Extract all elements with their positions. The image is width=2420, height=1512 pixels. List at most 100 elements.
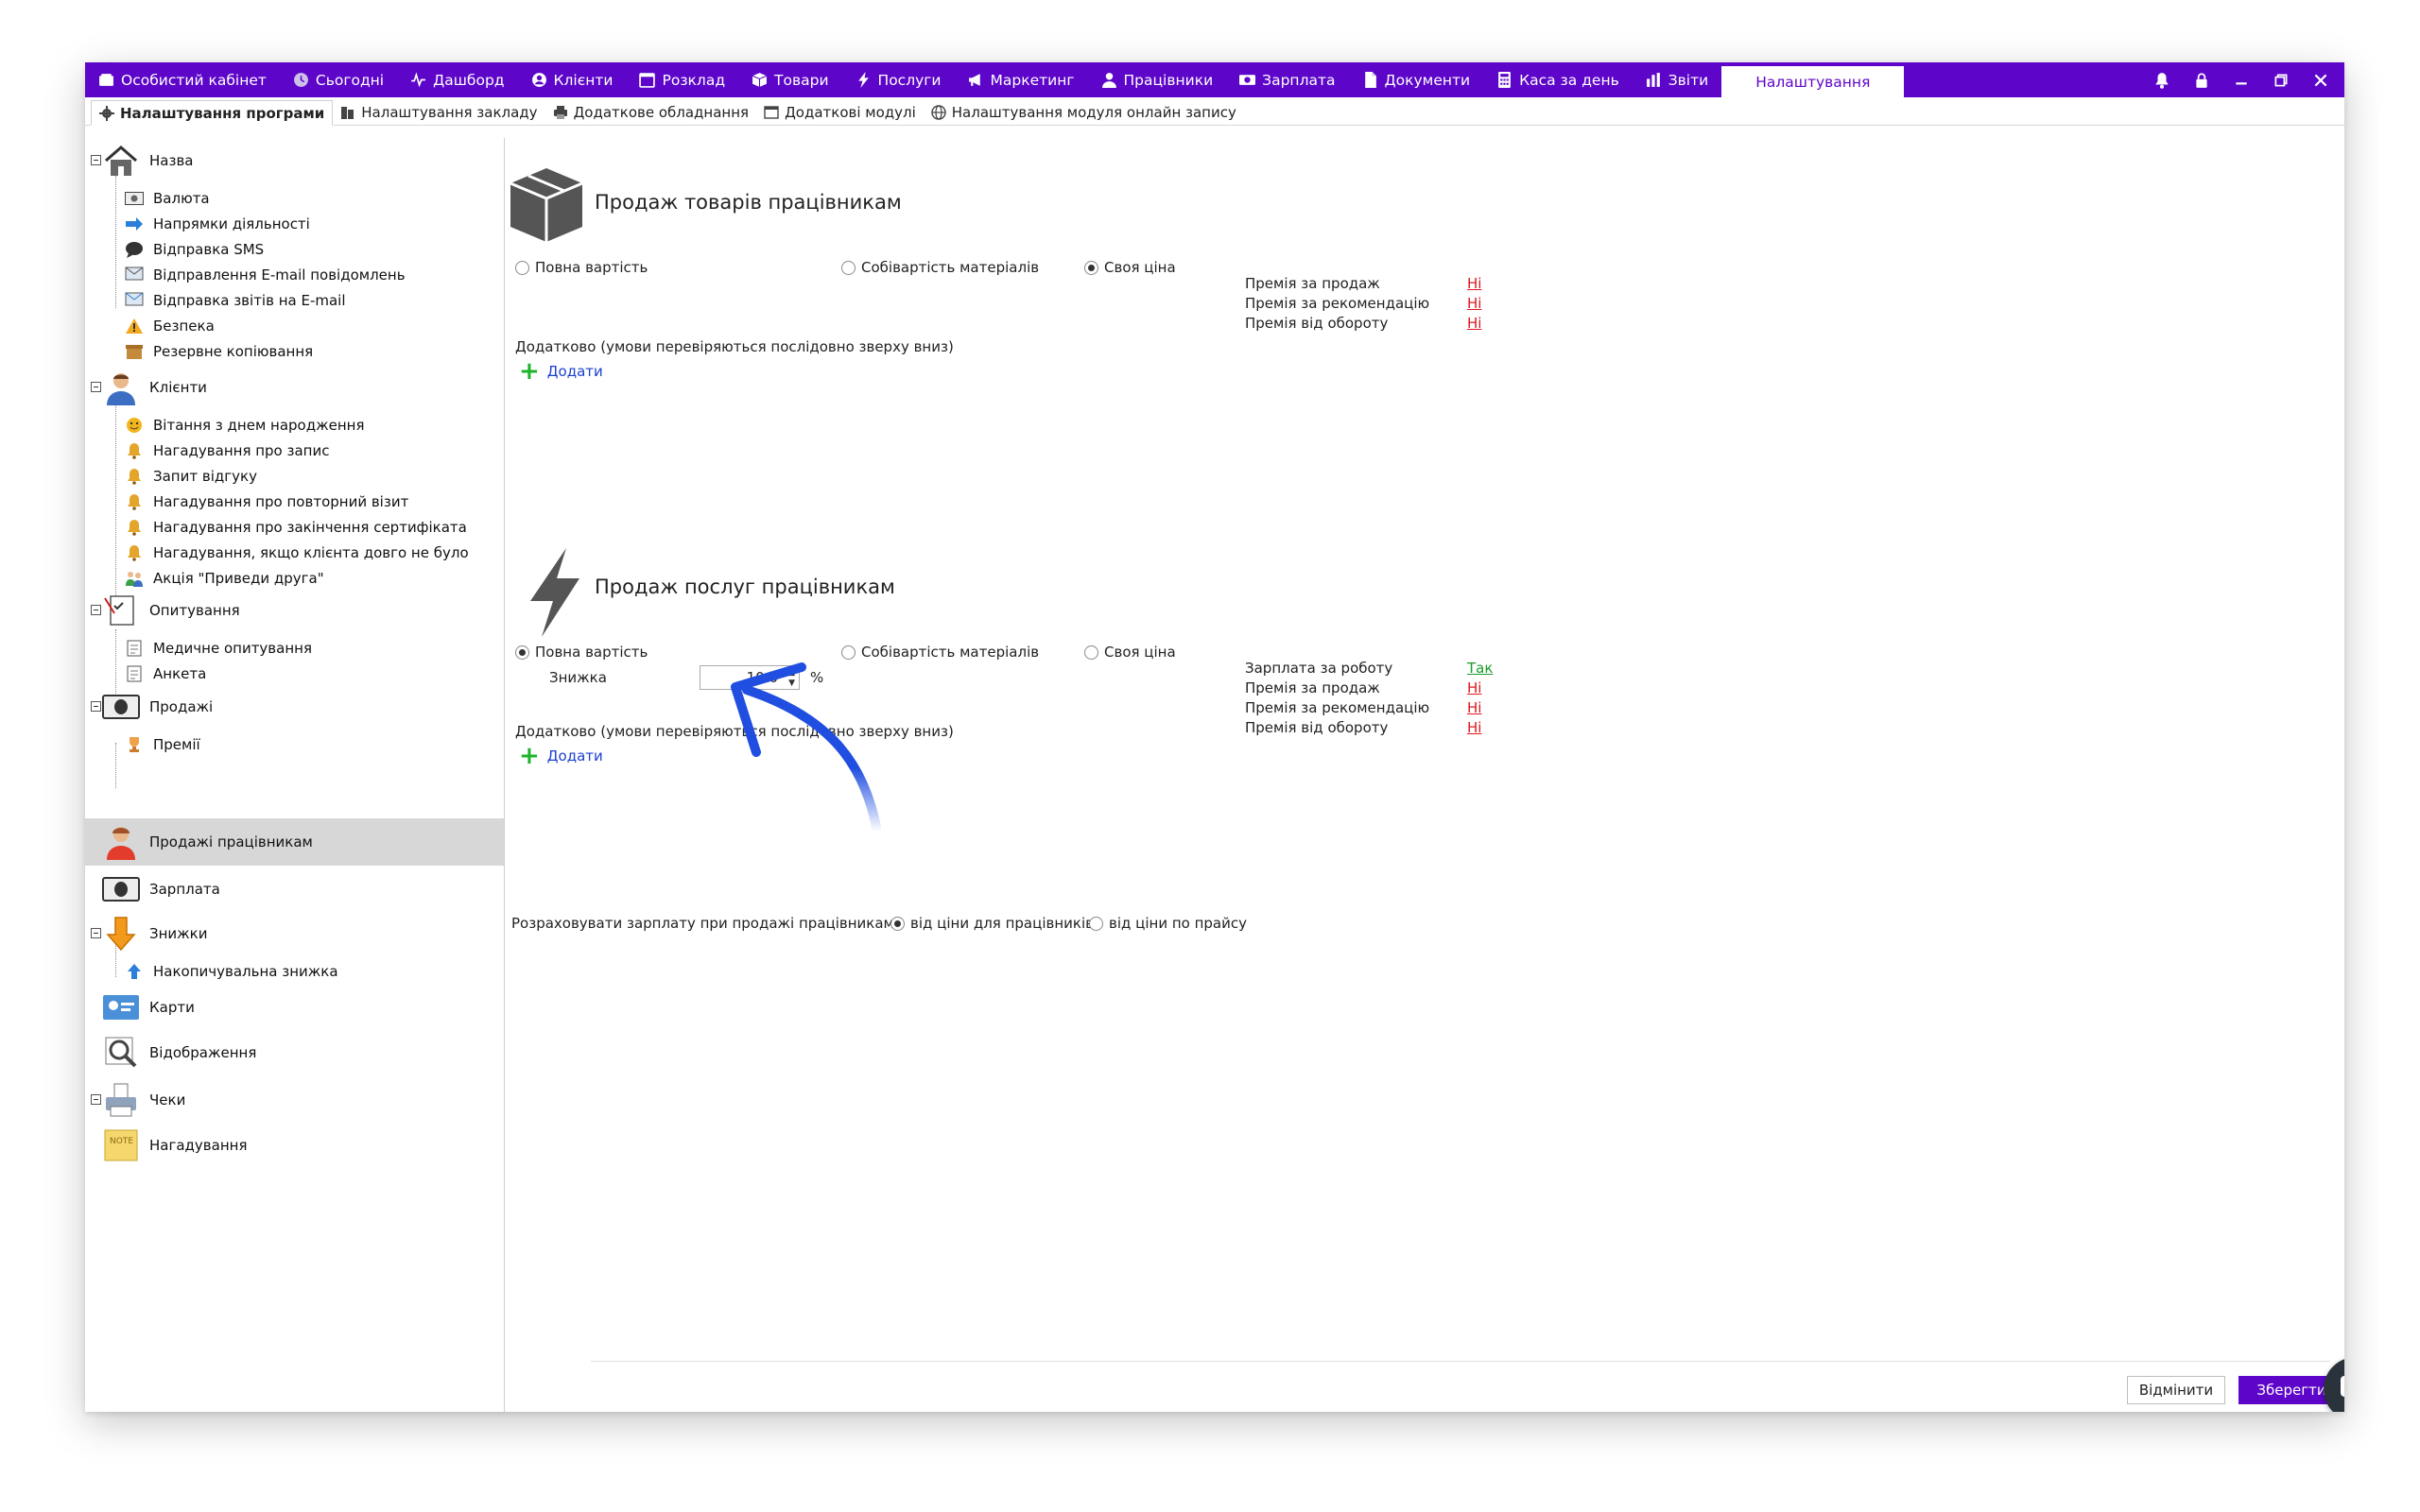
tab-extra-modules[interactable]: Додаткові модулі: [756, 99, 924, 125]
services-option-material-cost[interactable]: Собівартість матеріалів: [841, 644, 1039, 661]
minimize-icon[interactable]: [2231, 70, 2252, 91]
tab-extra-equipment[interactable]: Додаткове обладнання: [545, 99, 757, 125]
tab-program-settings[interactable]: Налаштування програми: [91, 100, 334, 126]
tree-item-absent-client-reminder[interactable]: Нагадування, якщо клієнта довго не було: [125, 543, 469, 562]
radio-circle-checked: [515, 644, 529, 660]
friends-icon: [125, 569, 144, 588]
pulse-icon: [411, 72, 426, 88]
menu-label: Розклад: [662, 71, 726, 89]
tree-label: Валюта: [153, 190, 210, 207]
menu-goods[interactable]: Товари: [738, 62, 842, 97]
radio-label: Собівартість матеріалів: [861, 259, 1040, 276]
add-label: Додати: [546, 747, 603, 765]
services-option-own-price[interactable]: Своя ціна: [1084, 644, 1176, 661]
menu-schedule[interactable]: Розклад: [626, 62, 738, 97]
menu-clients[interactable]: Клієнти: [518, 62, 627, 97]
services-option-full-price[interactable]: Повна вартість: [515, 644, 648, 661]
radio-circle: [515, 260, 529, 275]
tree-item-questionnaire[interactable]: Анкета: [125, 664, 206, 683]
tree-item-feedback-request[interactable]: Запит відгуку: [125, 467, 257, 486]
tree-item-salary[interactable]: Зарплата: [102, 870, 220, 908]
tree-item-directions[interactable]: Напрямки діяльності: [125, 215, 310, 233]
warning-icon: [125, 317, 144, 335]
tree-item-bonuses[interactable]: Премії: [125, 735, 200, 754]
goods-option-full-price[interactable]: Повна вартість: [515, 259, 648, 276]
tree-item-sms[interactable]: Відправка SMS: [125, 240, 264, 259]
services-discount-stepper[interactable]: 10.0 ▲ ▼: [700, 665, 800, 690]
tree-item-email-reports[interactable]: Відправка звітів на E-mail: [125, 291, 346, 310]
tree-item-surveys[interactable]: Опитування: [102, 592, 240, 629]
tree-item-security[interactable]: Безпека: [125, 317, 215, 335]
tree-item-reminders[interactable]: NOTE Нагадування: [102, 1126, 247, 1164]
tab-venue-settings[interactable]: Налаштування закладу: [333, 99, 544, 125]
tree-item-appointment-reminder[interactable]: Нагадування про запис: [125, 441, 329, 460]
tree-item-currency[interactable]: Валюта: [125, 189, 210, 208]
menu-marketing[interactable]: Маркетинг: [955, 62, 1088, 97]
services-section-icon: [525, 546, 585, 643]
services-bonus-sale-value[interactable]: Ні: [1467, 679, 1481, 696]
goods-bonus-sale-value[interactable]: Ні: [1467, 275, 1481, 292]
menu-reports[interactable]: Звіти: [1633, 62, 1721, 97]
services-bonus-turnover-value[interactable]: Ні: [1467, 719, 1481, 736]
goods-bonus-referral-value[interactable]: Ні: [1467, 295, 1481, 312]
tree-item-cards[interactable]: Карти: [102, 988, 195, 1026]
goods-option-material-cost[interactable]: Собівартість матеріалів: [841, 259, 1039, 276]
form-icon: [125, 639, 144, 658]
tree-item-birthday[interactable]: Вітання з днем народження: [125, 416, 364, 435]
tree-expander[interactable]: [91, 701, 101, 712]
menu-label: Звіти: [1668, 71, 1709, 89]
tree-expander[interactable]: [91, 155, 101, 165]
tree-item-name[interactable]: Назва: [102, 142, 193, 180]
close-icon[interactable]: [2310, 70, 2331, 91]
goods-add-button[interactable]: + Додати: [519, 359, 603, 384]
tree-expander[interactable]: [91, 1094, 101, 1105]
cancel-button[interactable]: Відмінити: [2127, 1376, 2225, 1404]
tree-item-certificate-expiry-reminder[interactable]: Нагадування про закінчення сертифіката: [125, 518, 467, 537]
tree-item-repeat-visit-reminder[interactable]: Нагадування про повторний візит: [125, 492, 408, 511]
services-add-button[interactable]: + Додати: [519, 744, 603, 768]
lock-icon[interactable]: [2191, 70, 2212, 91]
menu-employees[interactable]: Працівники: [1088, 62, 1227, 97]
salary-calc-option-price-list[interactable]: від ціни по прайсу: [1089, 915, 1247, 932]
radio-label: Повна вартість: [535, 644, 648, 661]
tree-item-backup[interactable]: Резервне копіювання: [125, 342, 313, 361]
tree-item-medical-survey[interactable]: Медичне опитування: [125, 639, 312, 658]
arrow-up-icon: [125, 962, 144, 981]
tree-item-discounts[interactable]: Знижки: [102, 915, 208, 953]
menu-dashboard[interactable]: Дашборд: [397, 62, 517, 97]
menu-settings[interactable]: Налаштування: [1721, 66, 1905, 97]
tab-online-booking-settings[interactable]: Налаштування модуля онлайн запису: [924, 99, 1244, 125]
tree-item-cumulative-discount[interactable]: Накопичувальна знижка: [125, 962, 338, 981]
calculator-icon: [1498, 72, 1511, 88]
tree-expander[interactable]: [91, 605, 101, 615]
house-icon: [102, 142, 140, 180]
tree-expander[interactable]: [91, 382, 101, 392]
menu-personal-cabinet[interactable]: Особистий кабінет: [85, 62, 280, 97]
tree-item-email-notifications[interactable]: Відправлення E-mail повідомлень: [125, 266, 406, 284]
menu-daily-cash[interactable]: Каса за день: [1483, 62, 1633, 97]
restore-icon[interactable]: [2271, 70, 2291, 91]
tree-item-receipts[interactable]: Чеки: [102, 1081, 185, 1119]
tree-item-bring-friend[interactable]: Акція "Приведи друга": [125, 569, 324, 588]
goods-section-title: Продаж товарів працівникам: [595, 191, 902, 214]
tree-expander[interactable]: [91, 928, 101, 938]
menu-services[interactable]: Послуги: [842, 62, 955, 97]
menu-today[interactable]: Сьогодні: [280, 62, 397, 97]
goods-option-own-price[interactable]: Своя ціна: [1084, 259, 1176, 276]
bell-icon[interactable]: [2152, 70, 2172, 91]
tree-label: Карти: [149, 999, 195, 1016]
tree-item-clients[interactable]: Клієнти: [102, 369, 207, 406]
stepper-arrows-icon[interactable]: ▲ ▼: [788, 668, 795, 689]
menu-documents[interactable]: Документи: [1349, 62, 1484, 97]
salary-calc-option-employee-price[interactable]: від ціни для працівників: [890, 915, 1094, 932]
tree-label: Відправлення E-mail повідомлень: [153, 266, 406, 284]
services-salary-work-value[interactable]: Так: [1467, 660, 1493, 677]
services-bonus-referral-value[interactable]: Ні: [1467, 699, 1481, 716]
sticky-note-icon: NOTE: [102, 1126, 140, 1164]
menu-salary[interactable]: Зарплата: [1226, 62, 1348, 97]
tree-item-sales[interactable]: Продажі: [102, 688, 213, 726]
goods-bonus-turnover-value[interactable]: Ні: [1467, 315, 1481, 332]
tree-item-display[interactable]: Відображення: [102, 1034, 256, 1072]
tree-item-employee-sales[interactable]: Продажі працівникам: [102, 823, 313, 861]
tree-label: Відображення: [149, 1044, 257, 1061]
